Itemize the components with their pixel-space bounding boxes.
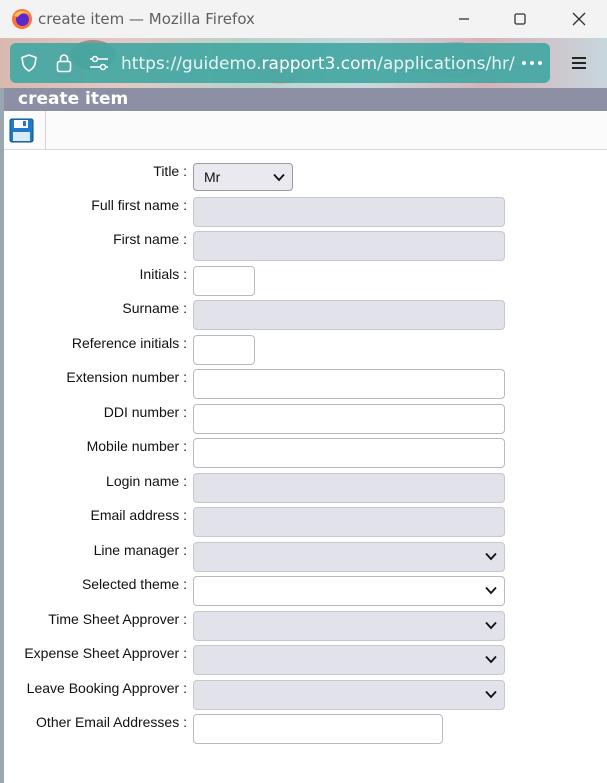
form-row-ddi-number: DDI number : bbox=[4, 404, 607, 438]
login-name-field[interactable] bbox=[193, 473, 505, 503]
chevron-down-icon bbox=[485, 621, 497, 630]
permissions-icon[interactable] bbox=[89, 54, 109, 72]
first-name-label: First name : bbox=[113, 231, 187, 247]
url-text[interactable]: https://guidemo.rapport3.com/application… bbox=[121, 54, 515, 74]
other-email-addresses-field[interactable] bbox=[193, 714, 443, 744]
form-row-other-email-addresses: Other Email Addresses : bbox=[4, 714, 607, 748]
leave-booking-approver-select[interactable] bbox=[193, 680, 505, 710]
form-row-first-name: First name : bbox=[4, 231, 607, 265]
url-path: /applications/hr/hr_0 bbox=[377, 54, 515, 74]
form-row-expense-sheet-approver: Expense Sheet Approver : bbox=[4, 645, 607, 679]
chevron-down-icon bbox=[485, 690, 497, 699]
form-row-extension-number: Extension number : bbox=[4, 369, 607, 403]
form-row-initials: Initials : bbox=[4, 266, 607, 300]
initials-label: Initials : bbox=[139, 266, 187, 282]
form-row-mobile-number: Mobile number : bbox=[4, 438, 607, 472]
toolbar-divider bbox=[45, 111, 46, 150]
form-toolbar bbox=[4, 111, 607, 150]
form-row-login-name: Login name : bbox=[4, 473, 607, 507]
chevron-down-icon bbox=[485, 655, 497, 664]
expense-sheet-approver-select[interactable] bbox=[193, 645, 505, 675]
surname-label: Surname : bbox=[122, 300, 187, 316]
ddi-number-field[interactable] bbox=[193, 404, 505, 434]
initials-field[interactable] bbox=[193, 266, 255, 296]
extension-number-label: Extension number : bbox=[66, 369, 187, 385]
email-address-label: Email address : bbox=[90, 507, 187, 523]
page-title: create item bbox=[4, 88, 607, 111]
leave-booking-approver-label: Leave Booking Approver : bbox=[26, 680, 187, 696]
chevron-down-icon bbox=[485, 552, 497, 561]
maximize-icon[interactable] bbox=[509, 8, 531, 30]
window-title: create item — Mozilla Firefox bbox=[38, 10, 255, 28]
form-row-time-sheet-approver: Time Sheet Approver : bbox=[4, 611, 607, 645]
full-first-name-field[interactable] bbox=[193, 197, 505, 227]
full-first-name-label: Full first name : bbox=[91, 197, 187, 213]
reference-initials-field[interactable] bbox=[193, 335, 255, 365]
mobile-number-field[interactable] bbox=[193, 438, 505, 468]
email-address-field[interactable] bbox=[193, 507, 505, 537]
time-sheet-approver-label: Time Sheet Approver : bbox=[48, 611, 187, 627]
form-row-full-first-name: Full first name : bbox=[4, 197, 607, 231]
surname-field[interactable] bbox=[193, 300, 505, 330]
line-manager-select[interactable] bbox=[193, 542, 505, 572]
title-select[interactable]: Mr bbox=[193, 163, 293, 191]
form-row-title: Title : Mr bbox=[4, 163, 607, 197]
selected-theme-select[interactable] bbox=[193, 576, 505, 606]
ddi-number-label: DDI number : bbox=[103, 404, 187, 420]
close-icon[interactable] bbox=[568, 8, 590, 30]
line-manager-label: Line manager : bbox=[93, 542, 187, 558]
title-select-value: Mr bbox=[204, 169, 221, 185]
lock-icon[interactable] bbox=[55, 53, 73, 73]
chevron-down-icon bbox=[485, 586, 497, 595]
form-row-reference-initials: Reference initials : bbox=[4, 335, 607, 369]
reference-initials-label: Reference initials : bbox=[71, 335, 187, 351]
shield-icon[interactable] bbox=[20, 54, 38, 72]
selected-theme-label: Selected theme : bbox=[81, 576, 187, 592]
first-name-field[interactable] bbox=[193, 231, 505, 261]
expense-sheet-approver-label: Expense Sheet Approver : bbox=[24, 645, 187, 661]
form-row-line-manager: Line manager : bbox=[4, 542, 607, 576]
form-row-email-address: Email address : bbox=[4, 507, 607, 541]
more-dots-icon[interactable] bbox=[521, 60, 543, 66]
window-titlebar: create item — Mozilla Firefox bbox=[0, 0, 607, 38]
url-host: rapport3.com bbox=[261, 54, 378, 74]
firefox-logo-icon bbox=[12, 9, 32, 29]
chevron-down-icon bbox=[273, 173, 285, 182]
other-email-addresses-label: Other Email Addresses : bbox=[36, 714, 187, 730]
save-button[interactable] bbox=[9, 118, 34, 143]
form-row-selected-theme: Selected theme : bbox=[4, 576, 607, 610]
form-row-leave-booking-approver: Leave Booking Approver : bbox=[4, 680, 607, 714]
minimize-icon[interactable] bbox=[453, 8, 475, 30]
hamburger-menu-icon[interactable] bbox=[570, 55, 588, 71]
time-sheet-approver-select[interactable] bbox=[193, 611, 505, 641]
form-row-surname: Surname : bbox=[4, 300, 607, 334]
url-prefix: https://guidemo. bbox=[121, 54, 262, 74]
login-name-label: Login name : bbox=[106, 473, 187, 489]
title-label: Title : bbox=[153, 163, 187, 179]
mobile-number-label: Mobile number : bbox=[86, 438, 187, 454]
extension-number-field[interactable] bbox=[193, 369, 505, 399]
